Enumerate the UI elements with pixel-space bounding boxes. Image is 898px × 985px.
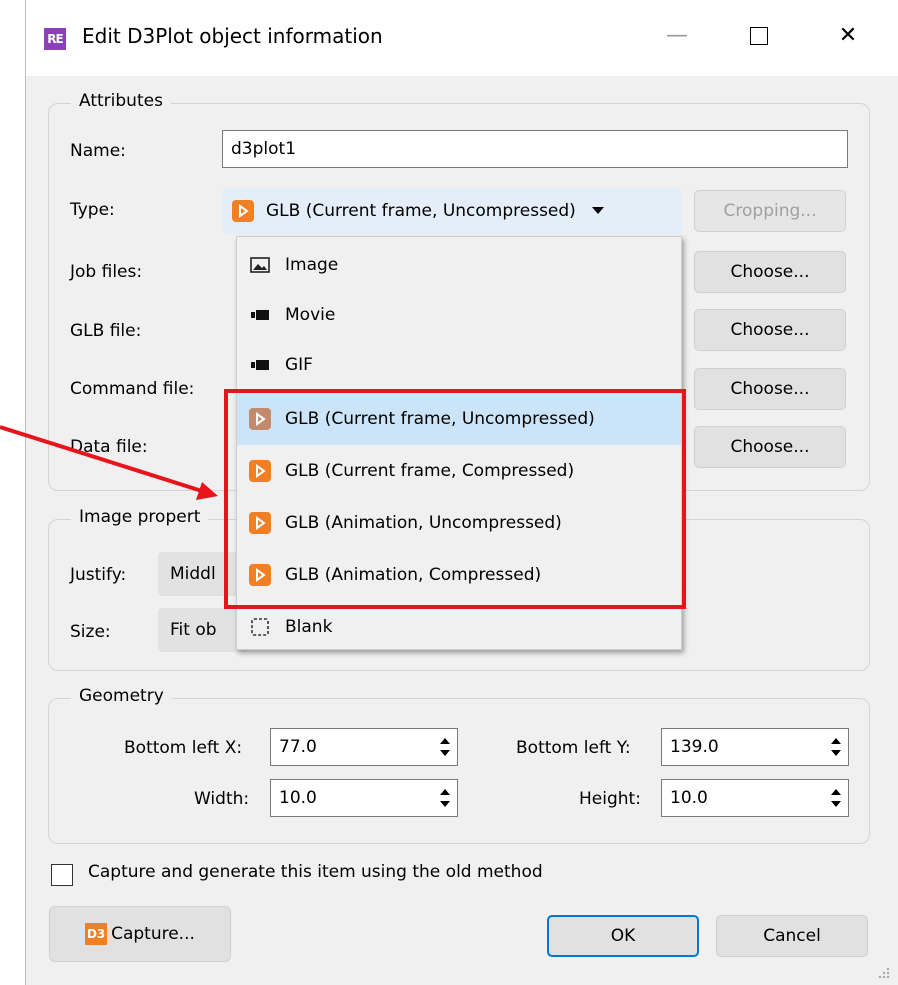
window-title: Edit D3Plot object information — [82, 24, 383, 48]
movie-camera-icon — [249, 304, 271, 326]
name-input[interactable]: d3plot1 — [222, 130, 848, 168]
geometry-group: Geometry — [48, 686, 870, 844]
maximize-icon — [750, 27, 768, 45]
width-value: 10.0 — [279, 788, 317, 808]
command-file-label: Command file: — [70, 379, 195, 399]
image-properties-group-title: Image propert — [71, 507, 209, 527]
dropdown-option-gif[interactable]: GIF — [237, 339, 681, 391]
bottom-left-x-value: 77.0 — [279, 737, 317, 757]
dropdown-option-label: Blank — [285, 617, 333, 637]
maximize-button[interactable] — [733, 16, 785, 56]
data-file-choose-button[interactable]: Choose... — [694, 426, 846, 468]
glb-icon — [232, 200, 254, 222]
highlight-box — [224, 389, 686, 609]
old-method-label: Capture and generate this item using the… — [88, 862, 543, 882]
dropdown-option-movie[interactable]: Movie — [237, 289, 681, 341]
glb-file-label: GLB file: — [70, 321, 142, 341]
height-label: Height: — [579, 789, 641, 809]
height-value: 10.0 — [670, 788, 708, 808]
glb-file-choose-button[interactable]: Choose... — [694, 309, 846, 351]
bottom-left-y-spinbox[interactable]: 139.0 — [661, 728, 849, 766]
close-button[interactable]: ✕ — [822, 16, 874, 56]
dialog-window: RE Edit D3Plot object information — ✕ At… — [25, 0, 898, 985]
dropdown-option-label: GIF — [285, 355, 313, 375]
bottom-left-x-spinbox[interactable]: 77.0 — [270, 728, 458, 766]
spin-arrows-icon — [831, 789, 841, 807]
job-files-choose-button[interactable]: Choose... — [694, 251, 846, 293]
dashed-square-icon — [249, 616, 271, 638]
job-files-label: Job files: — [70, 262, 143, 282]
capture-button-label: Capture... — [111, 924, 195, 944]
spin-arrows-icon — [440, 738, 450, 756]
image-icon — [249, 254, 271, 276]
d3-logo-icon: D3 — [85, 923, 108, 945]
justify-select-value: Middl — [170, 564, 216, 584]
data-file-label: Data file: — [70, 437, 148, 457]
type-select[interactable]: GLB (Current frame, Uncompressed) — [222, 188, 682, 234]
movie-camera-icon — [249, 354, 271, 376]
type-label: Type: — [70, 200, 115, 220]
resize-grip-icon[interactable] — [876, 965, 890, 979]
bottom-left-y-label: Bottom left Y: — [516, 738, 631, 758]
dropdown-option-image[interactable]: Image — [237, 239, 681, 291]
chevron-down-icon — [591, 207, 604, 214]
type-select-value: GLB (Current frame, Uncompressed) — [266, 201, 576, 221]
size-label: Size: — [70, 622, 111, 642]
ok-button[interactable]: OK — [547, 915, 699, 957]
command-file-choose-button[interactable]: Choose... — [694, 368, 846, 410]
minimize-button[interactable]: — — [651, 16, 703, 56]
name-label: Name: — [70, 141, 126, 161]
size-select-value: Fit ob — [170, 620, 217, 640]
dropdown-option-label: Image — [285, 255, 339, 275]
size-select[interactable]: Fit ob — [158, 608, 248, 652]
old-method-checkbox[interactable] — [51, 864, 73, 886]
width-label: Width: — [194, 789, 250, 809]
dropdown-option-label: Movie — [285, 305, 336, 325]
bottom-left-y-value: 139.0 — [670, 737, 719, 757]
capture-button[interactable]: D3 Capture... — [49, 906, 231, 962]
width-spinbox[interactable]: 10.0 — [270, 779, 458, 817]
height-spinbox[interactable]: 10.0 — [661, 779, 849, 817]
geometry-group-title: Geometry — [71, 686, 172, 706]
bottom-left-x-label: Bottom left X: — [124, 738, 243, 758]
title-bar: RE Edit D3Plot object information — ✕ — [26, 0, 898, 76]
cropping-button[interactable]: Cropping... — [694, 190, 846, 232]
cancel-button[interactable]: Cancel — [716, 915, 868, 957]
attributes-group-title: Attributes — [71, 91, 171, 111]
app-logo-icon: RE — [44, 28, 66, 50]
justify-label: Justify: — [70, 565, 127, 585]
spin-arrows-icon — [831, 738, 841, 756]
spin-arrows-icon — [440, 789, 450, 807]
